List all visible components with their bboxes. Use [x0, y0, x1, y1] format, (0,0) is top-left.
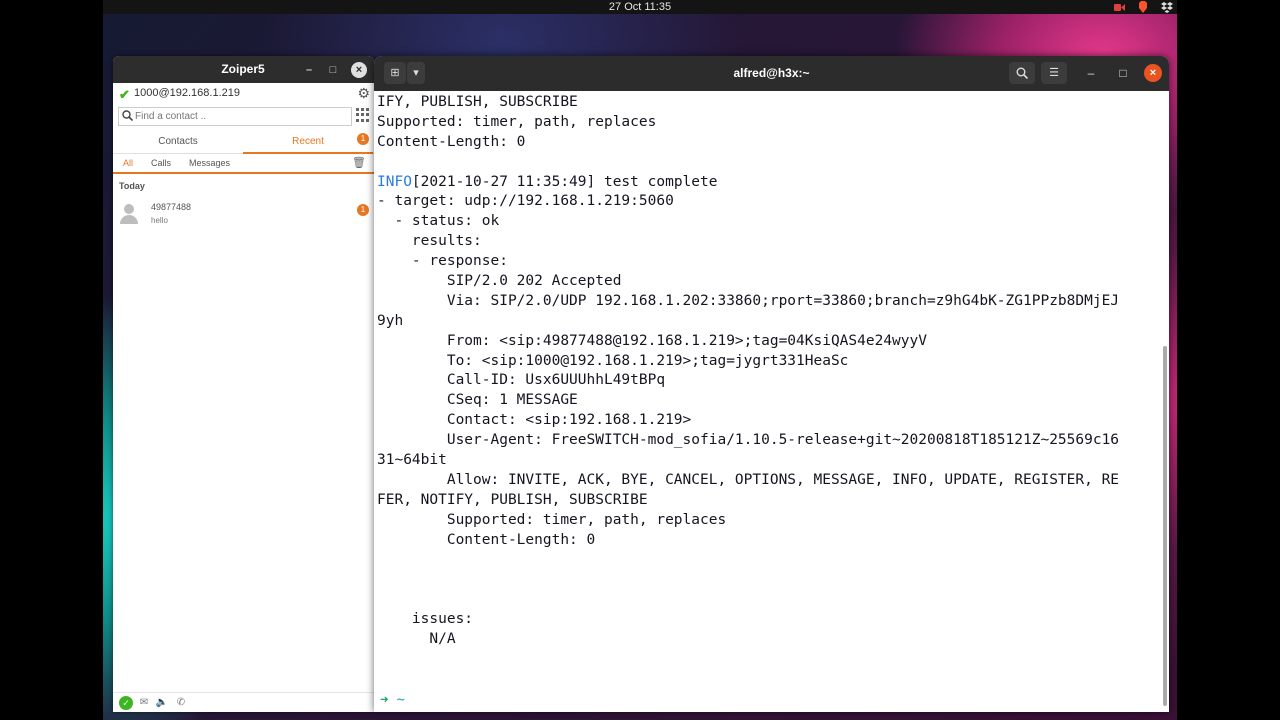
screen-record-icon[interactable]	[1113, 1, 1125, 13]
terminal-line: Content-Length: 0	[377, 531, 596, 548]
terminal-line: FER, NOTIFY, PUBLISH, SUBSCRIBE	[377, 491, 648, 508]
search-row	[113, 105, 374, 129]
search-button[interactable]	[1009, 62, 1035, 84]
terminal-line: Via: SIP/2.0/UDP 192.168.1.202:33860;rpo…	[377, 292, 1120, 309]
terminal-line: - status: ok	[377, 213, 500, 230]
terminal-window: ⊞ ▾ alfred@h3x:~ ☰ – □ × IFY, PUBLISH, S…	[374, 56, 1169, 712]
brave-icon[interactable]	[1137, 1, 1149, 13]
terminal-line: Call-ID: Usx6UUUhhL49tBPq	[377, 372, 666, 389]
recent-message: hello	[151, 216, 168, 225]
avatar	[120, 204, 138, 224]
maximize-button[interactable]: □	[325, 62, 341, 78]
search-box	[118, 107, 352, 126]
search-input[interactable]	[135, 111, 335, 122]
recent-item[interactable]: 49877488 hello 1	[113, 196, 374, 230]
zoiper-titlebar[interactable]: Zoiper5 – □ ×	[113, 56, 374, 83]
terminal-text: IFY, PUBLISH, SUBSCRIBE Supported: timer,…	[377, 93, 1161, 650]
terminal-line: Supported: timer, path, replaces	[377, 511, 727, 528]
account-label[interactable]: 1000@192.168.1.219	[134, 87, 240, 99]
terminal-line: results:	[377, 233, 482, 250]
terminal-line: N/A	[377, 631, 456, 648]
close-button[interactable]: ×	[351, 62, 367, 78]
terminal-line: INFO[2021-10-27 11:35:49] test complete	[377, 173, 718, 190]
zoiper-title: Zoiper5	[221, 62, 265, 76]
unread-badge: 1	[357, 204, 369, 216]
recent-badge: 1	[357, 133, 369, 145]
message-icon[interactable]: ✉	[137, 696, 151, 710]
top-bar: 27 Oct 11:35	[103, 0, 1177, 14]
clock[interactable]: 27 Oct 11:35	[103, 0, 1177, 14]
account-row: ✔ 1000@192.168.1.219 ⚙	[113, 83, 374, 105]
system-tray	[1113, 0, 1173, 14]
terminal-line: Content-Length: 0	[377, 133, 526, 150]
scrollbar[interactable]	[1163, 346, 1167, 706]
terminal-line: - response:	[377, 253, 508, 270]
terminal-line: Contact: <sip:192.168.1.219>	[377, 412, 692, 429]
terminal-line: From: <sip:49877488@192.168.1.219>;tag=0…	[377, 332, 927, 349]
prompt-arrow: ➜	[380, 692, 389, 708]
hamburger-menu-button[interactable]: ☰	[1041, 62, 1067, 84]
tab-contacts[interactable]: Contacts	[113, 129, 243, 154]
terminal-headerbar[interactable]: ⊞ ▾ alfred@h3x:~ ☰ – □ ×	[374, 56, 1169, 91]
dropbox-icon[interactable]	[1161, 1, 1173, 13]
tab-recent[interactable]: Recent	[243, 129, 373, 154]
minimize-button[interactable]: –	[1082, 64, 1100, 82]
registered-check-icon: ✔	[119, 87, 130, 102]
close-button[interactable]: ×	[1144, 64, 1162, 82]
dialpad-icon[interactable]	[356, 108, 370, 122]
main-tabs: Contacts Recent 1	[113, 129, 374, 154]
section-today: Today	[119, 181, 145, 191]
terminal-line: 31~64bit	[377, 452, 447, 469]
subtab-all[interactable]: All	[123, 158, 133, 168]
terminal-line: CSeq: 1 MESSAGE	[377, 392, 578, 409]
prompt-dir: ~	[396, 692, 405, 708]
phone-icon[interactable]: ✆	[174, 696, 188, 710]
maximize-button[interactable]: □	[1114, 64, 1132, 82]
terminal-output[interactable]: IFY, PUBLISH, SUBSCRIBE Supported: timer,…	[374, 91, 1169, 712]
terminal-line: To: <sip:1000@192.168.1.219>;tag=jygrt33…	[377, 352, 849, 369]
terminal-line: issues:	[377, 611, 474, 628]
search-icon	[119, 109, 135, 124]
shell-prompt[interactable]: ➜ ~	[380, 692, 405, 708]
minimize-button[interactable]: –	[301, 62, 317, 78]
subtab-calls[interactable]: Calls	[151, 158, 171, 168]
recent-number: 49877488	[151, 202, 192, 212]
subtab-messages[interactable]: Messages	[189, 158, 230, 168]
speaker-icon[interactable]: 🔈	[155, 696, 169, 710]
terminal-line: IFY, PUBLISH, SUBSCRIBE	[377, 94, 578, 110]
trash-icon[interactable]: 🗑	[352, 156, 366, 169]
zoiper-window: Zoiper5 – □ × ✔ 1000@192.168.1.219 ⚙ Fin…	[113, 56, 374, 712]
sub-tabs: All Calls Messages 🗑	[113, 154, 374, 174]
terminal-line: - target: udp://192.168.1.219:5060	[377, 193, 674, 210]
terminal-line: Allow: INVITE, ACK, BYE, CANCEL, OPTIONS…	[377, 471, 1120, 488]
gear-icon[interactable]: ⚙	[357, 85, 370, 102]
info-tag: INFO	[377, 173, 412, 190]
status-ok-icon[interactable]: ✓	[119, 696, 133, 710]
terminal-line: User-Agent: FreeSWITCH-mod_sofia/1.10.5-…	[377, 432, 1120, 449]
terminal-line: 9yh	[377, 312, 404, 329]
terminal-line: SIP/2.0 202 Accepted	[377, 273, 622, 290]
terminal-line: Supported: timer, path, replaces	[377, 113, 657, 130]
status-bar: ✓ ✉ 🔈 ✆	[113, 692, 374, 712]
desktop: 27 Oct 11:35 Zoiper5 – □ × ✔ 1000@192.16…	[103, 0, 1177, 720]
